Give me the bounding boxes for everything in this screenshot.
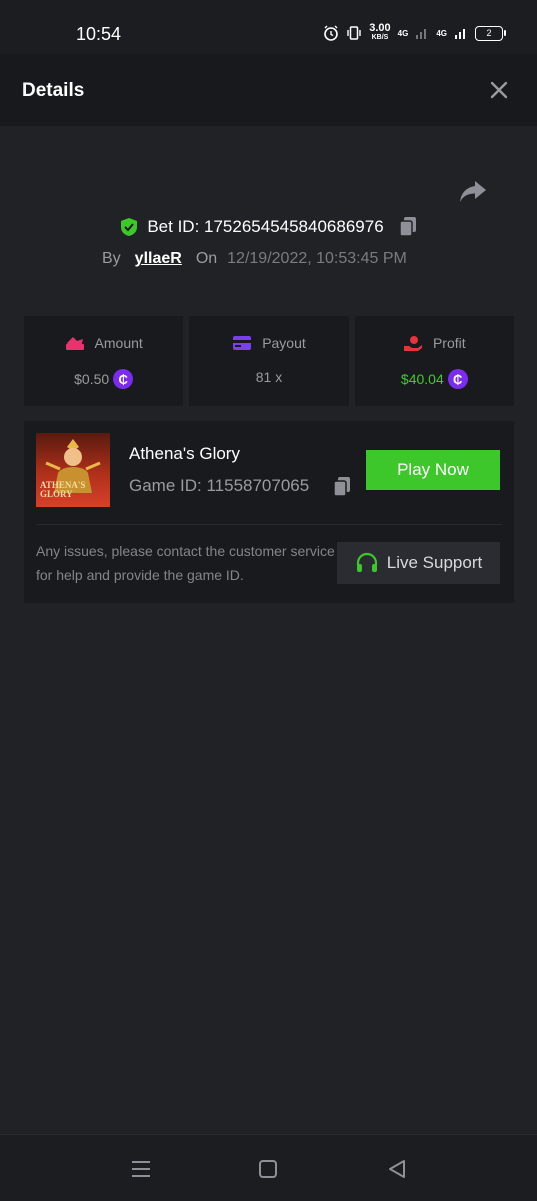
back-icon[interactable] — [385, 1157, 409, 1181]
profit-card: Profit $40.04 ₵ — [354, 316, 514, 406]
verified-shield-icon — [121, 218, 138, 236]
battery-icon: 2 — [475, 25, 506, 41]
speed-value: 3.00 — [369, 22, 391, 34]
coin-icon: ₵ — [447, 369, 468, 389]
by-label: By — [102, 250, 121, 267]
alarm-icon — [324, 25, 339, 41]
share-icon[interactable] — [458, 176, 488, 206]
bet-id-line: Bet ID: 1752654545840686976 — [0, 216, 537, 238]
speed-unit: KB/S — [371, 34, 389, 41]
profit-label: Profit — [432, 335, 466, 351]
live-support-label: Live Support — [386, 553, 483, 572]
support-note: Any issues, please contact the customer … — [36, 543, 335, 583]
on-label: On — [195, 250, 218, 267]
battery-level: 2 — [486, 28, 492, 38]
close-icon[interactable] — [487, 78, 511, 102]
payout-label: Payout — [262, 335, 306, 351]
payout-card: Payout 81 x — [189, 316, 349, 406]
game-id: Game ID: 11558707065 — [129, 476, 310, 495]
signal-icon — [416, 29, 427, 39]
menu-icon[interactable] — [129, 1157, 153, 1181]
bet-stats: Amount $0.50 ₵ Payout 81 x Profit $40.04… — [24, 316, 514, 406]
signal-icon-2 — [455, 29, 465, 39]
profit-hand-icon — [403, 336, 422, 351]
status-bar: 10:54 3.00 KB/S 4G 4G 2 — [0, 0, 537, 54]
thumbnail-text: ATHENA'S GLORY — [40, 481, 85, 499]
copy-game-id-icon[interactable] — [332, 476, 352, 498]
home-icon[interactable] — [256, 1157, 280, 1181]
game-card: ATHENA'S GLORY Athena's Glory Game ID: 1… — [24, 421, 514, 603]
game-thumbnail[interactable]: ATHENA'S GLORY — [36, 433, 110, 507]
page-title: Details — [22, 80, 85, 101]
status-time: 10:54 — [76, 24, 122, 44]
system-nav-bar — [0, 1134, 537, 1201]
thumbnail-text-2: GLORY — [40, 489, 73, 499]
copy-bet-id-icon[interactable] — [398, 216, 418, 238]
headset-icon — [356, 552, 377, 572]
amount-icon — [65, 337, 84, 350]
profit-value: $40.04 — [400, 371, 444, 387]
payout-value: 81 x — [255, 369, 283, 385]
play-now-button[interactable]: Play Now — [366, 450, 500, 490]
vibrate-icon — [347, 26, 361, 40]
network-type-1: 4G — [397, 28, 409, 38]
network-type-2: 4G — [436, 28, 447, 38]
divider — [36, 524, 502, 525]
coin-icon: ₵ — [113, 369, 134, 389]
wallet-card-icon — [233, 336, 252, 350]
amount-value: $0.50 — [74, 371, 110, 387]
game-name: Athena's Glory — [129, 444, 240, 463]
amount-label: Amount — [94, 335, 143, 351]
username-link[interactable]: yllaeR — [135, 250, 182, 268]
bet-id: Bet ID: 1752654545840686976 — [147, 217, 384, 236]
live-support-button[interactable]: Live Support — [337, 542, 500, 584]
network-speed: 3.00 KB/S — [369, 22, 391, 42]
details-header: Details — [0, 54, 537, 126]
status-icons: 3.00 KB/S 4G 4G 2 — [323, 22, 506, 42]
bet-byline: By yllaeR On 12/19/2022, 10:53:45 PM — [102, 250, 407, 268]
bet-date: 12/19/2022, 10:53:45 PM — [227, 250, 407, 267]
amount-card: Amount $0.50 ₵ — [24, 316, 184, 406]
